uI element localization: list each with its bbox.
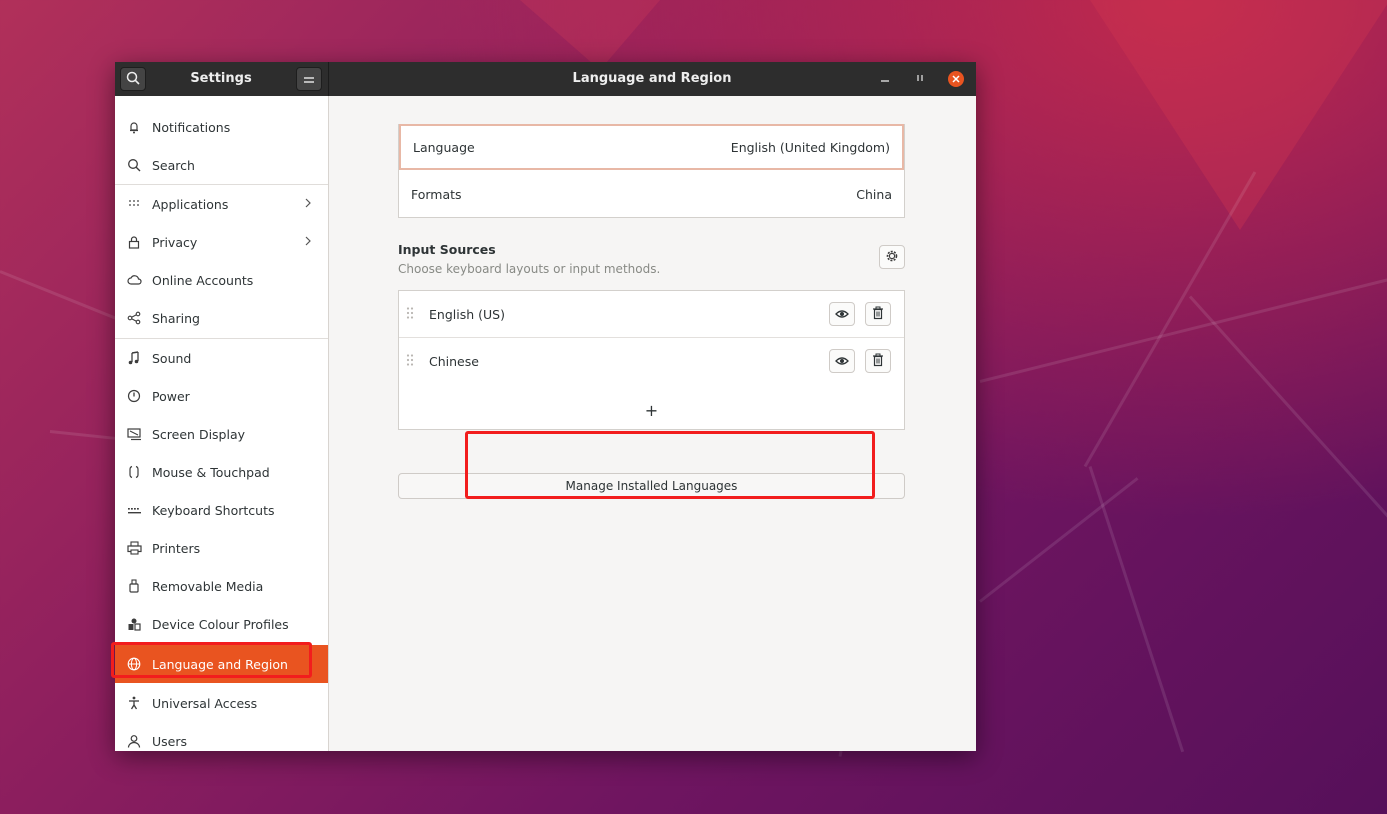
share-icon xyxy=(126,310,142,326)
preview-layout-button[interactable] xyxy=(829,349,855,373)
search-icon xyxy=(126,70,140,89)
sidebar-item-notifications[interactable]: Notifications xyxy=(115,108,328,146)
sidebar-item-label: Power xyxy=(152,388,190,404)
gear-icon xyxy=(885,248,899,267)
sidebar-item-label: Notifications xyxy=(152,119,231,135)
minimize-icon xyxy=(880,72,890,86)
sidebar-item-users[interactable]: Users xyxy=(115,722,328,751)
preview-layout-button[interactable] xyxy=(829,302,855,326)
sidebar-item-sound[interactable]: Sound xyxy=(115,339,328,377)
language-label: Language xyxy=(413,139,475,155)
wallpaper-line xyxy=(0,270,122,322)
sidebar-item-screen-display[interactable]: Screen Display xyxy=(115,415,328,453)
sidebar-item-privacy[interactable]: Privacy xyxy=(115,223,328,261)
language-row[interactable]: Language English (United Kingdom) xyxy=(399,124,904,170)
sidebar-item-removable-media[interactable]: Removable Media xyxy=(115,567,328,605)
remove-source-button[interactable] xyxy=(865,349,891,373)
wallpaper-line xyxy=(1088,466,1185,753)
lock-icon xyxy=(126,234,142,250)
sidebar-item-search[interactable]: Search xyxy=(115,146,328,184)
sidebar-item-online-accounts[interactable]: Online Accounts xyxy=(115,261,328,299)
chevron-right-icon xyxy=(304,235,312,250)
maximize-button[interactable] xyxy=(912,71,928,87)
menu-button[interactable] xyxy=(296,67,322,91)
sidebar-item-label: Sound xyxy=(152,350,192,366)
sidebar-item-power[interactable]: Power xyxy=(115,377,328,415)
sidebar-item-sharing[interactable]: Sharing xyxy=(115,299,328,337)
sidebar-item-label: Mouse & Touchpad xyxy=(152,464,270,480)
sidebar-item-universal-access[interactable]: Universal Access xyxy=(115,684,328,722)
sidebar-item-label: Removable Media xyxy=(152,578,264,594)
sidebar-item-label: Users xyxy=(152,733,188,749)
input-source-row[interactable]: English (US) xyxy=(399,291,904,338)
color-profile-icon xyxy=(126,616,142,632)
formats-row[interactable]: Formats China xyxy=(399,170,904,218)
user-icon xyxy=(126,733,142,749)
display-icon xyxy=(126,426,142,442)
close-button[interactable] xyxy=(948,71,964,87)
input-source-row[interactable]: Chinese xyxy=(399,338,904,384)
formats-value: China xyxy=(856,186,892,202)
usb-icon xyxy=(126,578,142,594)
highlight-manage-languages xyxy=(465,431,875,499)
sidebar-item-label: Search xyxy=(152,157,195,173)
wallpaper-line xyxy=(1188,295,1387,521)
bell-icon xyxy=(126,119,142,135)
power-icon xyxy=(126,388,142,404)
sidebar-item-label: Privacy xyxy=(152,234,198,250)
cloud-icon xyxy=(126,272,142,288)
sidebar-item-label: Device Colour Profiles xyxy=(152,616,289,632)
remove-source-button[interactable] xyxy=(865,302,891,326)
sidebar-item-label: Applications xyxy=(152,196,229,212)
input-source-name: Chinese xyxy=(429,353,479,369)
sidebar-item-printers[interactable]: Printers xyxy=(115,529,328,567)
sidebar-item-mouse-touchpad[interactable]: Mouse & Touchpad xyxy=(115,453,328,491)
language-value: English (United Kingdom) xyxy=(730,139,890,155)
trash-icon xyxy=(872,353,884,370)
maximize-icon xyxy=(915,72,925,86)
keyboard-icon xyxy=(126,502,142,518)
trash-icon xyxy=(872,306,884,323)
sidebar-title: Settings xyxy=(190,71,252,86)
add-input-source-button[interactable]: + xyxy=(399,384,904,430)
sidebar-item-keyboard-shortcuts[interactable]: Keyboard Shortcuts xyxy=(115,491,328,529)
search-icon xyxy=(126,157,142,173)
input-sources-title: Input Sources xyxy=(398,242,496,257)
add-icon: + xyxy=(644,400,659,420)
sidebar-item-device-colour-profiles[interactable]: Device Colour Profiles xyxy=(115,605,328,643)
input-source-name: English (US) xyxy=(429,306,505,322)
eye-icon xyxy=(835,307,849,322)
close-icon xyxy=(952,73,960,86)
drag-handle-icon[interactable] xyxy=(405,306,415,323)
sidebar-item-label: Printers xyxy=(152,540,201,556)
input-sources-subtitle: Choose keyboard layouts or input methods… xyxy=(398,262,661,276)
sidebar-item-label: Keyboard Shortcuts xyxy=(152,502,275,518)
sidebar-item-applications[interactable]: Applications xyxy=(115,185,328,223)
eye-icon xyxy=(835,354,849,369)
chevron-right-icon xyxy=(304,197,312,212)
sidebar-item-label: Universal Access xyxy=(152,695,258,711)
region-settings-list: Language English (United Kingdom) Format… xyxy=(398,124,905,218)
wallpaper-shape xyxy=(520,0,660,70)
formats-label: Formats xyxy=(411,186,462,202)
minimize-button[interactable] xyxy=(877,71,893,87)
main-panel: Language English (United Kingdom) Format… xyxy=(329,96,976,751)
mouse-icon xyxy=(126,464,142,480)
grid-icon xyxy=(126,196,142,212)
input-sources-list: English (US) Chinese + xyxy=(398,290,905,430)
sidebar-item-label: Screen Display xyxy=(152,426,246,442)
hamburger-icon xyxy=(303,70,315,89)
sidebar-header: Settings xyxy=(115,62,329,96)
music-note-icon xyxy=(126,350,142,366)
printer-icon xyxy=(126,540,142,556)
wallpaper-line xyxy=(49,430,120,441)
highlight-sidebar-language xyxy=(111,642,312,678)
search-button[interactable] xyxy=(120,67,146,91)
sidebar-item-label: Online Accounts xyxy=(152,272,254,288)
input-source-options-button[interactable] xyxy=(879,245,905,269)
accessibility-icon xyxy=(126,695,142,711)
sidebar-item-label: Sharing xyxy=(152,310,200,326)
title-bar: Settings Language and Region xyxy=(115,62,976,96)
drag-handle-icon[interactable] xyxy=(405,353,415,370)
